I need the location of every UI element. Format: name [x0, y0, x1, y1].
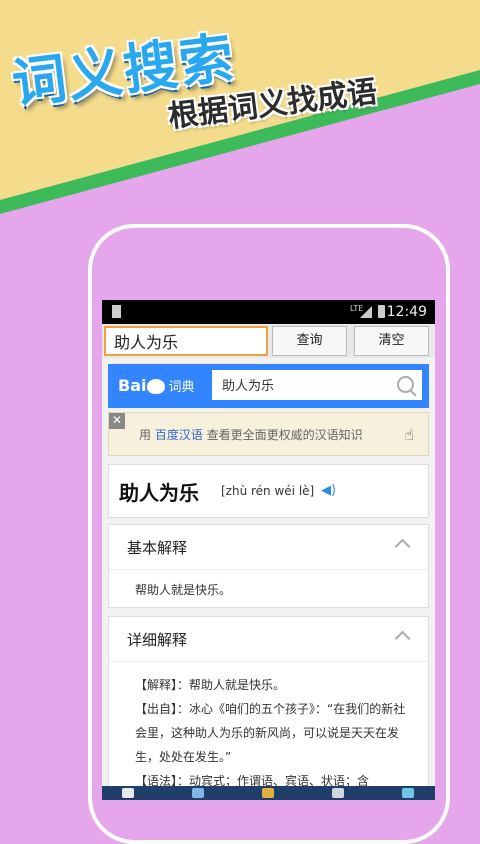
idiom-search-input[interactable]: [104, 326, 268, 356]
tip-prefix: 用: [139, 428, 155, 442]
status-bar: LTE 12:49: [102, 300, 435, 324]
basic-explanation-card: 基本解释 帮助人就是快乐。: [108, 524, 429, 608]
bottom-nav: [102, 786, 435, 800]
nav-item-icon[interactable]: [192, 788, 204, 798]
detail-explanation-card: 详细解释 【解释】：帮助人就是快乐。 【出自】：冰心《咱们的五个孩子》：“在我们…: [108, 616, 429, 800]
detail-heading: 详细解释: [127, 631, 188, 649]
query-button[interactable]: 查询: [272, 326, 347, 356]
detail-body: 【解释】：帮助人就是快乐。 【出自】：冰心《咱们的五个孩子》：“在我们的新社会里…: [135, 673, 417, 793]
baidu-logo-dict: 词典: [168, 380, 195, 395]
nav-item-icon[interactable]: [332, 788, 344, 798]
nav-item-icon[interactable]: [262, 788, 274, 798]
baidu-search-value: 助人为乐: [222, 379, 275, 394]
detail-line-meaning: 【解释】：帮助人就是快乐。: [135, 678, 286, 692]
basic-body: 帮助人就是快乐。: [135, 583, 232, 597]
tip-link[interactable]: 百度汉语: [155, 428, 203, 442]
word-card: 助人为乐 [zhù rén wéi lè] ◀): [108, 464, 429, 518]
signal-icon: [360, 306, 372, 318]
tip-suffix: 查看更全面更权威的汉语知识: [202, 428, 363, 442]
baidu-logo[interactable]: Bai 词典: [118, 376, 195, 395]
phone-screen: LTE 12:49 查询 清空 Bai 词典 助人为乐 ✕ 用 百度汉语 查看更全…: [102, 300, 435, 800]
hand-pointer-icon: ☝: [404, 425, 414, 444]
status-time: 12:49: [386, 304, 427, 320]
chevron-up-icon[interactable]: [394, 538, 411, 555]
chevron-up-icon[interactable]: [394, 630, 411, 647]
search-icon[interactable]: [397, 376, 414, 393]
basic-heading: 基本解释: [127, 539, 188, 557]
divider: [109, 661, 428, 662]
paw-icon: [147, 379, 166, 394]
word-pinyin: [zhù rén wéi lè]: [221, 484, 315, 498]
close-icon[interactable]: ✕: [109, 413, 125, 429]
clear-button[interactable]: 清空: [354, 326, 429, 356]
baidu-search-input[interactable]: 助人为乐: [212, 370, 422, 400]
baidu-logo-text: Bai: [118, 376, 147, 395]
tip-text: 用 百度汉语 查看更全面更权威的汉语知识: [139, 426, 363, 443]
baidu-hanyu-tip[interactable]: ✕ 用 百度汉语 查看更全面更权威的汉语知识 ☝: [108, 412, 429, 456]
divider: [109, 569, 428, 570]
detail-line-source: 【出自】：冰心《咱们的五个孩子》：“在我们的新社会里，这种助人为乐的新风尚，可以…: [135, 702, 406, 764]
battery-icon: [378, 305, 385, 318]
nav-item-icon[interactable]: [402, 788, 414, 798]
search-row: 查询 清空: [102, 324, 435, 358]
baidu-dict-header: Bai 词典 助人为乐: [108, 364, 429, 408]
nav-item-icon[interactable]: [122, 788, 134, 798]
word-title: 助人为乐: [119, 481, 199, 505]
sd-card-icon: [112, 305, 121, 318]
speaker-icon[interactable]: ◀): [321, 483, 336, 498]
